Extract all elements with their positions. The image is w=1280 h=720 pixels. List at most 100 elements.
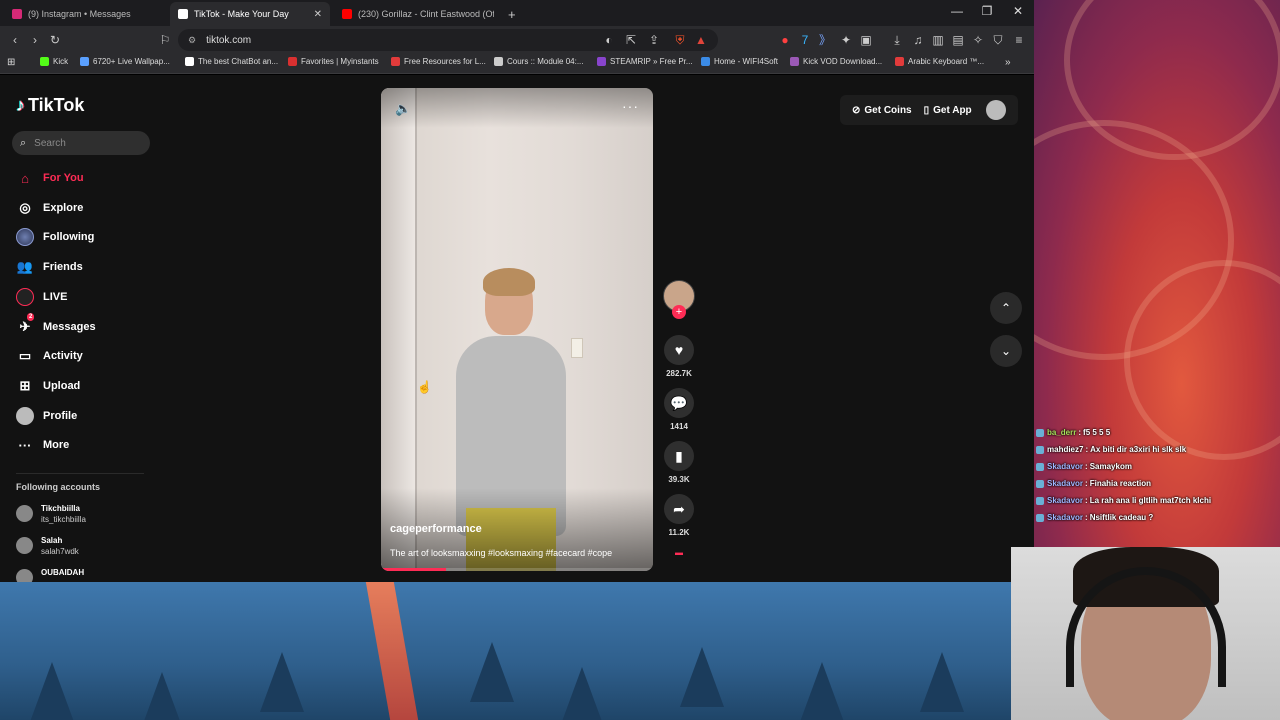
sidebar-item-following[interactable]: Following [16, 228, 94, 247]
get-coins-button[interactable]: ⊘ Get Coins [852, 105, 912, 116]
extension-7tv-icon[interactable]: 7 [797, 32, 813, 48]
comment-action[interactable]: 💬 1414 [661, 388, 697, 431]
instagram-icon [12, 9, 22, 19]
music-icon[interactable]: ♫ [910, 32, 926, 48]
following-accounts-title: Following accounts [16, 482, 101, 492]
open-external-icon[interactable]: ⇱ [623, 32, 639, 48]
menu-icon[interactable]: ≡ [1011, 32, 1027, 48]
comment-icon[interactable]: 💬 [664, 388, 694, 418]
chat-message: mahdiez7: Ax biti dir a3xiri hi slk slk [1036, 441, 1280, 458]
extensions-icon[interactable]: ✦ [838, 32, 854, 48]
tab-instagram[interactable]: (9) Instagram • Messages [4, 2, 170, 26]
chat-username: mahdiez7 [1047, 445, 1084, 454]
minimize-button[interactable]: — [942, 4, 972, 18]
sidebar-item-more[interactable]: ··· More [16, 436, 70, 454]
close-window-button[interactable]: ✕ [1003, 4, 1033, 18]
brave-shield-icon[interactable]: ⛨ [672, 32, 688, 48]
back-icon[interactable]: ‹ [7, 32, 23, 48]
chat-separator: : [1085, 496, 1088, 505]
new-tab-button[interactable]: + [500, 2, 522, 26]
sidebar-divider [16, 473, 144, 474]
bookmark-item[interactable]: Kick VOD Download... [790, 57, 882, 66]
video-progress-bar[interactable] [381, 568, 653, 571]
heart-icon[interactable]: ♥ [664, 335, 694, 365]
share-arrow-icon[interactable]: ➦ [664, 494, 694, 524]
video-person-hair [483, 268, 535, 296]
video-more-icon[interactable]: ··· [622, 98, 639, 114]
sidebar-item-label: Friends [43, 261, 83, 274]
maximize-button[interactable]: ❐ [972, 4, 1002, 18]
bookmark-icon[interactable]: ⚐ [157, 32, 173, 48]
leo-ai-icon[interactable]: ✧ [970, 32, 986, 48]
bookmark-item[interactable]: Kick [40, 57, 68, 66]
sidebar-item-messages[interactable]: ✈ 2 Messages [16, 312, 96, 336]
extension-record-icon[interactable]: ● [777, 32, 793, 48]
next-video-button[interactable]: ⌄ [990, 335, 1022, 367]
screenshot-icon[interactable]: ▣ [858, 32, 874, 48]
reader-icon[interactable]: ◐ [601, 32, 617, 48]
art-river [365, 582, 419, 720]
search-placeholder: Search [34, 137, 66, 149]
extension-ffz-icon[interactable]: 》 [817, 32, 833, 48]
following-account-item[interactable]: OUBAIDAH [16, 567, 84, 582]
forward-icon[interactable]: › [27, 32, 43, 48]
reload-icon[interactable]: ↻ [47, 32, 63, 48]
save-count: 39.3K [668, 475, 690, 484]
account-avatar [16, 569, 33, 582]
sidebar-item-upload[interactable]: ⊞ Upload [16, 377, 81, 395]
sidebar-item-explore[interactable]: ◎ Explore [16, 199, 83, 217]
bookmark-item[interactable]: STEAMRIP » Free Pr... [597, 57, 693, 66]
bookmark-label: Kick [53, 57, 69, 66]
bookmark-item[interactable]: 6720+ Live Wallpap... [80, 57, 170, 66]
brave-rewards-icon[interactable]: ▲ [693, 32, 709, 48]
sidebar-icon[interactable]: ▥ [930, 32, 946, 48]
tiktok-logo[interactable]: ♪ TikTok [16, 95, 84, 116]
search-input[interactable]: ⌕ Search [12, 131, 150, 155]
following-account-item[interactable]: Salah salah7wdk [16, 535, 79, 557]
coin-icon: ⊘ [852, 104, 861, 116]
bookmark-favicon-icon [40, 57, 49, 66]
like-action[interactable]: ♥ 282.7K [661, 335, 697, 378]
video-author[interactable]: cageperformance [390, 523, 482, 535]
bookmark-save-icon[interactable]: ▮ [664, 441, 694, 471]
site-info-icon[interactable]: ⚙ [188, 35, 196, 46]
chat-username: Skadavor [1047, 462, 1084, 471]
video-caption[interactable]: The art of looksmaxxing #looksmaxing #fa… [390, 548, 612, 558]
bookmark-label: The best ChatBot an... [198, 57, 279, 66]
apps-grid-icon[interactable]: ⊞ [7, 57, 15, 68]
bookmark-item[interactable]: Arabic Keyboard ™... [895, 57, 984, 66]
vpn-icon[interactable]: ⛉ [990, 32, 1006, 48]
sidebar-item-for-you[interactable]: ⌂ For You [16, 169, 83, 187]
volume-icon[interactable]: 🔈 [395, 101, 411, 117]
sidebar-item-live[interactable]: LIVE [16, 287, 67, 306]
bookmark-item[interactable]: Home - WIFI4Soft [701, 57, 778, 66]
sidebar-item-friends[interactable]: 👥 Friends [16, 258, 83, 276]
follow-plus-icon[interactable]: + [672, 305, 686, 319]
tab-title: (230) Gorillaz - Clint Eastwood (Offic [358, 9, 494, 19]
video-player[interactable]: 🔈 ··· cageperformance The art of looksma… [381, 88, 653, 571]
bookmark-favicon-icon [80, 57, 89, 66]
bookmark-favicon-icon [494, 57, 503, 66]
bookmark-favicon-icon [185, 57, 194, 66]
tab-youtube[interactable]: (230) Gorillaz - Clint Eastwood (Offic [334, 2, 494, 26]
share-action[interactable]: ➦ 11.2K [661, 494, 697, 537]
bookmark-item[interactable]: The best ChatBot an... [185, 57, 278, 66]
get-app-button[interactable]: ▯ Get App [924, 105, 972, 116]
bookmark-item[interactable]: Cours :: Module 04:... [494, 57, 583, 66]
tab-tiktok[interactable]: TikTok - Make Your Day ✕ [170, 2, 330, 26]
download-icon[interactable]: ⤓ [889, 32, 905, 48]
more-bookmarks-icon[interactable]: » [1005, 57, 1011, 68]
bookmark-item[interactable]: Free Resources for L... [391, 57, 486, 66]
user-avatar[interactable] [985, 100, 1006, 120]
bookmark-item[interactable]: Favorites | Myinstants [288, 57, 379, 66]
following-account-item[interactable]: Tikchbiilla its_tikchbiilla [16, 503, 86, 525]
wallet-icon[interactable]: ▤ [950, 32, 966, 48]
previous-video-button[interactable]: ⌃ [990, 292, 1022, 324]
sidebar-item-activity[interactable]: ▭ Activity [16, 347, 83, 365]
music-disc-icon[interactable]: ▬ [661, 548, 697, 557]
share-icon[interactable]: ⇪ [646, 32, 662, 48]
close-tab-icon[interactable]: ✕ [308, 9, 322, 20]
save-action[interactable]: ▮ 39.3K [661, 441, 697, 484]
chat-text: Nsiftlik cadeau ? [1089, 513, 1154, 522]
sidebar-item-profile[interactable]: Profile [16, 406, 77, 425]
